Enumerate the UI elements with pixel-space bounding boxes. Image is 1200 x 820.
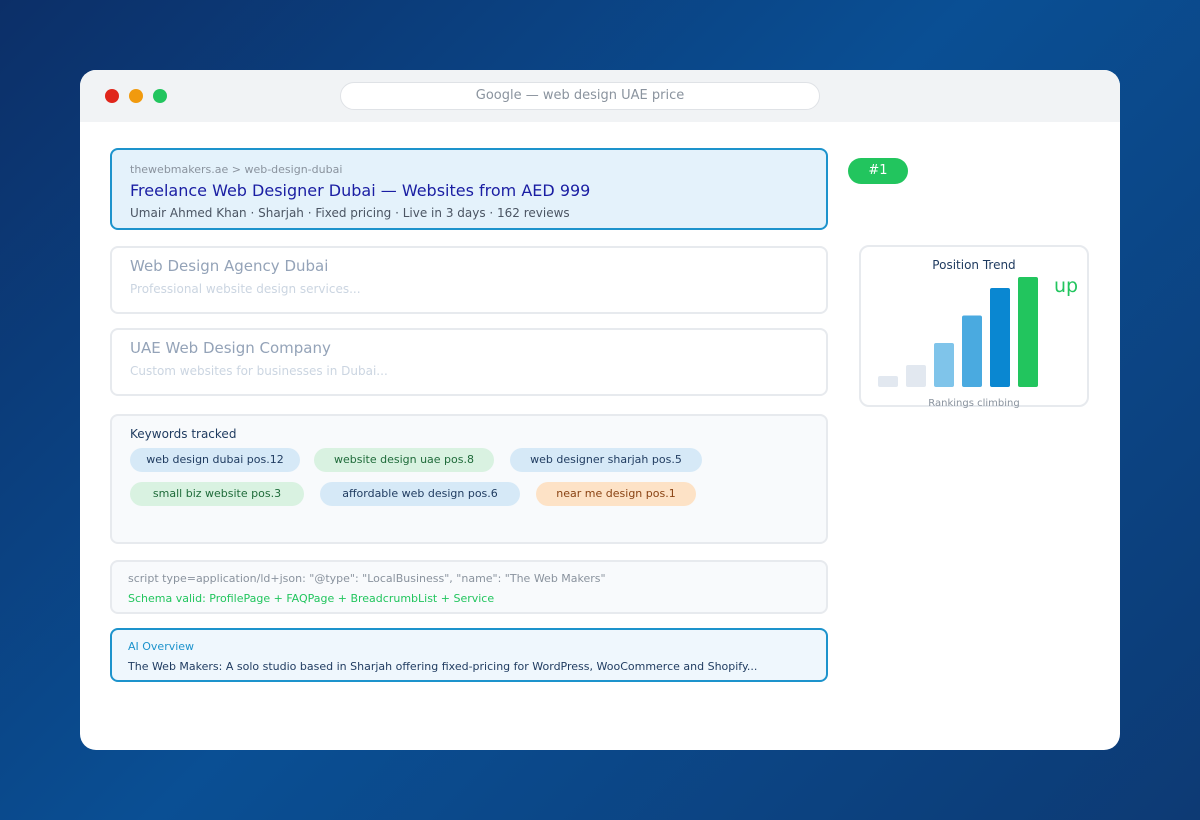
search-result[interactable]: UAE Web Design Company Custom websites f… <box>110 328 828 396</box>
trend-caption: Rankings climbing <box>928 398 1020 409</box>
trend-bar <box>990 288 1010 387</box>
schema-panel: script type=application/ld+json: "@type"… <box>110 560 828 614</box>
trend-chart <box>878 277 1038 387</box>
trend-bar <box>934 343 954 387</box>
schema-code: script type=application/ld+json: "@type"… <box>128 572 606 585</box>
result-title-link[interactable]: Freelance Web Designer Dubai — Websites … <box>130 181 590 200</box>
search-result[interactable]: Web Design Agency Dubai Professional web… <box>110 246 828 314</box>
ai-overview-text: The Web Makers: A solo studio based in S… <box>128 660 758 673</box>
featured-result[interactable]: thewebmakers.ae > web-design-dubai Freel… <box>110 148 828 230</box>
trend-bar <box>878 376 898 387</box>
trend-bar <box>906 365 926 387</box>
position-trend-card: Position Trend up Rankings climbing <box>859 245 1089 409</box>
keyword-chip: website design uae pos.8 <box>314 448 494 472</box>
trend-indicator: up <box>1054 275 1079 297</box>
close-button[interactable] <box>105 89 119 103</box>
title-bar: Google — web design UAE price <box>80 70 1120 122</box>
ai-overview-panel: AI Overview The Web Makers: A solo studi… <box>110 628 828 682</box>
keyword-chip: web designer sharjah pos.5 <box>510 448 702 472</box>
result-meta: Umair Ahmed Khan · Sharjah · Fixed prici… <box>130 206 570 220</box>
result-breadcrumb: thewebmakers.ae > web-design-dubai <box>130 163 343 176</box>
result-title-link[interactable]: UAE Web Design Company <box>130 339 331 357</box>
minimize-button[interactable] <box>129 89 143 103</box>
keywords-panel: Keywords tracked web design dubai pos.12… <box>110 414 828 544</box>
ai-overview-label: AI Overview <box>128 640 195 653</box>
maximize-button[interactable] <box>153 89 167 103</box>
keyword-chip: near me design pos.1 <box>536 482 696 506</box>
url-bar[interactable]: Google — web design UAE price <box>340 82 820 110</box>
result-title-link[interactable]: Web Design Agency Dubai <box>130 257 328 275</box>
trend-bar <box>1018 277 1038 387</box>
keywords-heading: Keywords tracked <box>130 427 237 441</box>
keyword-chip: web design dubai pos.12 <box>130 448 300 472</box>
schema-status: Schema valid: ProfilePage + FAQPage + Br… <box>128 592 495 605</box>
keyword-chip: affordable web design pos.6 <box>320 482 520 506</box>
result-description: Custom websites for businesses in Dubai.… <box>130 364 388 378</box>
rank-badge: #1 <box>848 158 908 184</box>
trend-bar <box>962 315 982 387</box>
keyword-chip: small biz website pos.3 <box>130 482 304 506</box>
result-description: Professional website design services... <box>130 282 361 296</box>
browser-window: Google — web design UAE price thewebmake… <box>80 70 1120 750</box>
